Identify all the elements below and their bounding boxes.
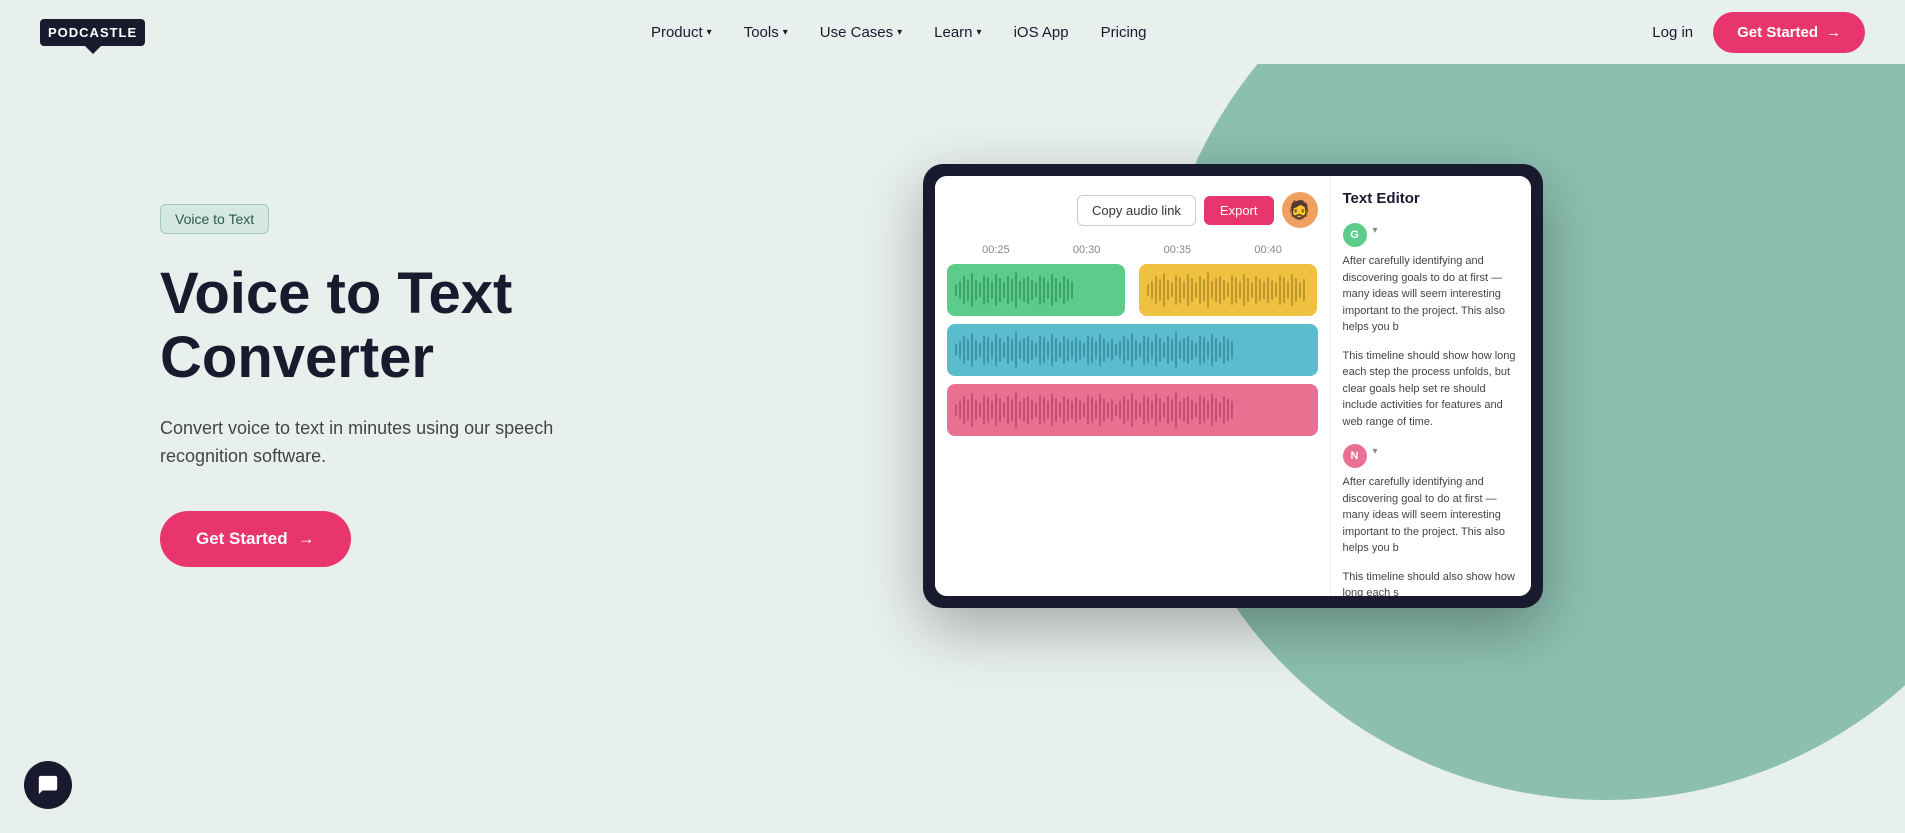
chevron-down-icon: ▾ xyxy=(977,27,982,38)
speaker-n-row: N ▾ xyxy=(1343,442,1519,468)
user-avatar: 🧔 xyxy=(1282,192,1318,228)
chevron-down-icon[interactable]: ▾ xyxy=(1373,225,1378,236)
timeline-label-3: 00:40 xyxy=(1223,244,1314,256)
waveform-row-3 xyxy=(947,384,1318,436)
nav-usecases-label: Use Cases xyxy=(820,24,893,41)
hero-section: Voice to Text Voice to Text Converter Co… xyxy=(0,0,1905,833)
hero-right: Copy audio link Export 🧔 00:25 00:30 00:… xyxy=(680,144,1785,608)
nav-product-label: Product xyxy=(651,24,703,41)
get-started-label: Get Started xyxy=(1737,24,1818,41)
waveform-bars-green xyxy=(955,264,1073,316)
tablet-inner: Copy audio link Export 🧔 00:25 00:30 00:… xyxy=(935,176,1531,596)
waveform-bars-blue xyxy=(955,324,1233,376)
nav-item-product[interactable]: Product ▾ xyxy=(651,24,712,41)
login-link[interactable]: Log in xyxy=(1652,24,1693,41)
logo-label: PODCASTLE xyxy=(48,25,137,40)
hero-cta-button[interactable]: Get Started → xyxy=(160,511,351,567)
hero-badge: Voice to Text xyxy=(160,204,269,234)
nav-item-tools[interactable]: Tools ▾ xyxy=(744,24,788,41)
speaker-n-text: After carefully identifying and discover… xyxy=(1343,474,1519,557)
hero-title: Voice to Text Converter xyxy=(160,262,680,390)
timeline-label-1: 00:30 xyxy=(1041,244,1132,256)
audio-editor-panel: Copy audio link Export 🧔 00:25 00:30 00:… xyxy=(935,176,1331,596)
waveform-row-1 xyxy=(947,264,1318,316)
nav-item-learn[interactable]: Learn ▾ xyxy=(934,24,981,41)
hero-left: Voice to Text Voice to Text Converter Co… xyxy=(160,144,680,567)
tablet-mockup: Copy audio link Export 🧔 00:25 00:30 00:… xyxy=(923,164,1543,608)
nav-item-pricing[interactable]: Pricing xyxy=(1101,24,1147,41)
nav-pricing-label: Pricing xyxy=(1101,24,1147,41)
waveform-row-2 xyxy=(947,324,1318,376)
nav-ios-label: iOS App xyxy=(1014,24,1069,41)
chevron-down-icon: ▾ xyxy=(707,27,712,38)
hero-title-line1: Voice to Text xyxy=(160,261,512,326)
logo-text: PODCASTLE xyxy=(40,19,145,46)
text-editor-title: Text Editor xyxy=(1343,190,1519,207)
nav-links: Product ▾ Tools ▾ Use Cases ▾ Learn ▾ iO xyxy=(651,24,1147,41)
paragraph-1: This timeline should show how long each … xyxy=(1343,348,1519,431)
hero-title-line2: Converter xyxy=(160,325,434,390)
hero-cta-label: Get Started xyxy=(196,529,288,549)
timeline-label-2: 00:35 xyxy=(1132,244,1223,256)
waveform-green xyxy=(947,264,1125,316)
speaker-g-avatar: G xyxy=(1343,223,1367,247)
arrow-right-icon: → xyxy=(298,529,315,549)
editor-block-g: G ▾ After carefully identifying and disc… xyxy=(1343,221,1519,336)
nav-item-ios[interactable]: iOS App xyxy=(1014,24,1069,41)
waveform-blue xyxy=(947,324,1318,376)
chat-icon xyxy=(37,774,59,796)
nav-tools-label: Tools xyxy=(744,24,779,41)
waveform-pink xyxy=(947,384,1318,436)
hero-subtitle: Convert voice to text in minutes using o… xyxy=(160,414,580,472)
paragraph-2: This timeline should also show how long … xyxy=(1343,569,1519,597)
text-editor-panel: Text Editor G ▾ After carefully identify… xyxy=(1331,176,1531,596)
arrow-right-icon: → xyxy=(1826,24,1841,41)
waveform-yellow xyxy=(1139,264,1317,316)
nav-right: Log in Get Started → xyxy=(1652,12,1865,53)
export-button[interactable]: Export xyxy=(1204,196,1274,225)
nav-item-usecases[interactable]: Use Cases ▾ xyxy=(820,24,902,41)
copy-audio-link-button[interactable]: Copy audio link xyxy=(1077,195,1196,226)
waveform-bars-pink xyxy=(955,384,1233,436)
audio-toolbar: Copy audio link Export 🧔 xyxy=(947,192,1318,228)
speaker-n-avatar: N xyxy=(1343,444,1367,468)
speaker-g-text: After carefully identifying and discover… xyxy=(1343,253,1519,336)
timeline-labels: 00:25 00:30 00:35 00:40 xyxy=(947,244,1318,256)
editor-block-n: N ▾ After carefully identifying and disc… xyxy=(1343,442,1519,557)
chevron-down-icon: ▾ xyxy=(897,27,902,38)
hero-content: Voice to Text Voice to Text Converter Co… xyxy=(0,64,1905,833)
navbar: PODCASTLE Product ▾ Tools ▾ Use Cases ▾ … xyxy=(0,0,1905,64)
speaker-g-row: G ▾ xyxy=(1343,221,1519,247)
logo[interactable]: PODCASTLE xyxy=(40,19,145,46)
get-started-button[interactable]: Get Started → xyxy=(1713,12,1865,53)
timeline-label-0: 00:25 xyxy=(951,244,1042,256)
waveform-bars-yellow xyxy=(1147,264,1305,316)
nav-learn-label: Learn xyxy=(934,24,972,41)
chevron-down-icon[interactable]: ▾ xyxy=(1373,446,1378,457)
chat-bubble-button[interactable] xyxy=(24,761,72,809)
chevron-down-icon: ▾ xyxy=(783,27,788,38)
